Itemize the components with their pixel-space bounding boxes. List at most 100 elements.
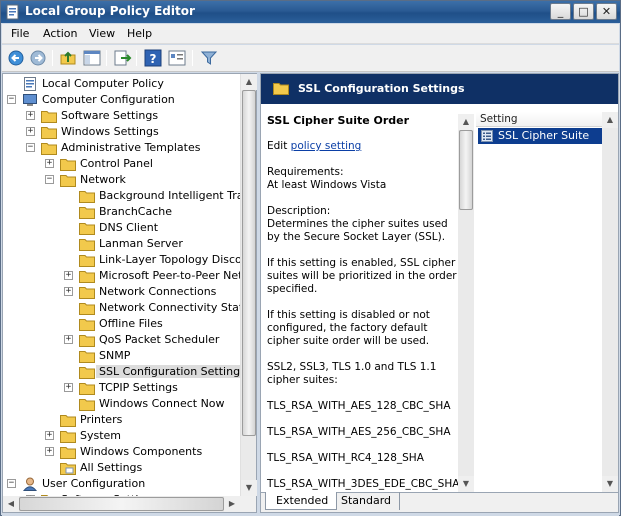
collapse-icon[interactable]: − bbox=[7, 95, 16, 104]
tree-item[interactable]: DNS Client bbox=[3, 220, 240, 236]
window-title: Local Group Policy Editor bbox=[25, 4, 195, 18]
expand-icon[interactable]: + bbox=[45, 431, 54, 440]
tree-item[interactable]: + Network Connections bbox=[3, 284, 240, 300]
expand-icon[interactable]: + bbox=[64, 383, 73, 392]
description-scrollbar[interactable]: ▲ ▼ bbox=[458, 114, 474, 492]
tree-hscroll-thumb[interactable] bbox=[19, 497, 224, 511]
scroll-down-arrow-icon[interactable]: ▼ bbox=[602, 476, 618, 492]
properties-icon[interactable] bbox=[167, 49, 187, 67]
cipher-suite: TLS_RSA_WITH_AES_256_CBC_SHA bbox=[267, 426, 451, 438]
tab-extended[interactable]: Extended bbox=[265, 492, 338, 510]
collapse-icon[interactable]: − bbox=[26, 143, 35, 152]
description: Description: Determines the cipher suites… bbox=[267, 205, 457, 244]
filter-icon[interactable] bbox=[199, 49, 219, 67]
tree-item[interactable]: Local Computer Policy bbox=[3, 76, 240, 92]
tree-item[interactable]: + Control Panel bbox=[3, 156, 240, 172]
window: Local Group Policy Editor _ □ ✕ File Act… bbox=[0, 0, 621, 516]
requirements: Requirements: At least Windows Vista bbox=[267, 166, 457, 192]
tree-item[interactable]: + Microsoft Peer-to-Peer Netw bbox=[3, 268, 251, 284]
list-item[interactable]: SSL Cipher Suite Order bbox=[478, 128, 618, 155]
tree-item[interactable]: + Software Settings bbox=[3, 108, 240, 124]
policy-setting-link[interactable]: policy setting bbox=[291, 140, 362, 152]
tree-item[interactable]: Background Intelligent Trans bbox=[3, 188, 256, 204]
scroll-up-arrow-icon[interactable]: ▲ bbox=[602, 112, 618, 128]
expand-icon[interactable]: + bbox=[45, 159, 54, 168]
maximize-button[interactable]: □ bbox=[573, 3, 594, 20]
expand-icon[interactable]: + bbox=[26, 111, 35, 120]
tree-item[interactable]: Lanman Server bbox=[3, 236, 240, 252]
collapse-icon[interactable]: − bbox=[7, 479, 16, 488]
tree-item-label: Windows Connect Now bbox=[99, 397, 225, 410]
tree-item[interactable]: + System bbox=[3, 428, 240, 444]
tree-item[interactable]: − Administrative Templates bbox=[3, 140, 240, 156]
tree-horizontal-scrollbar[interactable]: ◀ ▶ bbox=[3, 496, 240, 512]
folder-icon bbox=[79, 383, 95, 395]
title-bar[interactable]: Local Group Policy Editor _ □ ✕ bbox=[1, 1, 620, 23]
tree-item[interactable]: Link-Layer Topology Discove bbox=[3, 252, 255, 268]
scroll-up-arrow-icon[interactable]: ▲ bbox=[458, 114, 474, 130]
expand-icon[interactable]: + bbox=[64, 271, 73, 280]
help-icon[interactable]: ? bbox=[143, 49, 163, 67]
export-list-icon[interactable] bbox=[112, 49, 132, 67]
column-header-setting[interactable]: Setting bbox=[476, 112, 618, 127]
details-header: SSL Configuration Settings bbox=[261, 74, 618, 104]
tree-item[interactable]: Network Connectivity Status bbox=[3, 300, 256, 316]
forward-icon[interactable] bbox=[28, 49, 48, 67]
scroll-up-arrow-icon[interactable]: ▲ bbox=[241, 74, 257, 90]
tree-item[interactable]: BranchCache bbox=[3, 204, 240, 220]
menu-action[interactable]: Action bbox=[43, 27, 77, 40]
details-header-title: SSL Configuration Settings bbox=[298, 82, 465, 95]
menu-view[interactable]: View bbox=[89, 27, 115, 40]
tree-item[interactable]: Offline Files bbox=[3, 316, 240, 332]
description-scroll-thumb[interactable] bbox=[459, 130, 473, 210]
tree-item[interactable]: − Computer Configuration bbox=[3, 92, 240, 108]
tree-item-label: Printers bbox=[80, 413, 123, 426]
show-hide-tree-icon[interactable] bbox=[82, 49, 102, 67]
scroll-right-arrow-icon[interactable]: ▶ bbox=[224, 496, 240, 512]
tree-item-label: Control Panel bbox=[80, 157, 153, 170]
expand-icon[interactable]: + bbox=[26, 127, 35, 136]
tree-item[interactable]: + Windows Settings bbox=[3, 124, 240, 140]
tree-item[interactable]: + Windows Components bbox=[3, 444, 240, 460]
expand-icon[interactable]: + bbox=[45, 447, 54, 456]
scroll-left-arrow-icon[interactable]: ◀ bbox=[3, 496, 19, 512]
scroll-down-arrow-icon[interactable]: ▼ bbox=[458, 476, 474, 492]
menu-file[interactable]: File bbox=[11, 27, 29, 40]
tree-item-label: Link-Layer Topology Discove bbox=[99, 253, 256, 266]
scroll-down-arrow-icon[interactable]: ▼ bbox=[241, 480, 257, 496]
tree-item[interactable]: All Settings bbox=[3, 460, 240, 476]
expand-icon[interactable]: + bbox=[64, 335, 73, 344]
folder-icon bbox=[41, 127, 57, 139]
folder-icon bbox=[60, 415, 76, 427]
collapse-icon[interactable]: − bbox=[45, 175, 54, 184]
tree-item[interactable]: − Network bbox=[3, 172, 240, 188]
folder-icon bbox=[79, 191, 95, 203]
tree-item[interactable]: + QoS Packet Scheduler bbox=[3, 332, 240, 348]
console-tree[interactable]: Local Computer Policy − Computer Configura… bbox=[2, 73, 257, 513]
tree-scroll-thumb[interactable] bbox=[242, 90, 256, 436]
close-button[interactable]: ✕ bbox=[596, 3, 617, 20]
tree-item[interactable]: + TCPIP Settings bbox=[3, 380, 240, 396]
folder-icon bbox=[79, 303, 95, 315]
tab-standard[interactable]: Standard bbox=[331, 492, 401, 510]
extended-description: SSL Cipher Suite Order Edit policy setti… bbox=[267, 114, 460, 491]
folder-icon bbox=[79, 207, 95, 219]
folder-icon bbox=[79, 271, 95, 283]
tree-item-label: Network Connectivity Status bbox=[99, 301, 256, 314]
menu-help[interactable]: Help bbox=[127, 27, 152, 40]
tree-item[interactable]: Windows Connect Now bbox=[3, 396, 240, 412]
back-icon[interactable] bbox=[6, 49, 26, 67]
folder-icon bbox=[79, 335, 95, 347]
expand-icon[interactable]: + bbox=[64, 287, 73, 296]
tree-item[interactable]: Printers bbox=[3, 412, 240, 428]
tree-item[interactable]: SNMP bbox=[3, 348, 240, 364]
tree-item[interactable]: SSL Configuration Settings bbox=[3, 364, 249, 380]
tree-item[interactable]: − User Configuration bbox=[3, 476, 240, 492]
list-scrollbar[interactable]: ▲ ▼ bbox=[602, 112, 618, 492]
tree-vertical-scrollbar[interactable]: ▲ ▼ bbox=[240, 74, 257, 496]
up-folder-icon[interactable] bbox=[58, 49, 78, 67]
group-policy-app-icon bbox=[6, 4, 19, 20]
cipher-suite: TLS_RSA_WITH_3DES_EDE_CBC_SHA bbox=[267, 478, 460, 490]
computer-icon bbox=[23, 94, 37, 106]
minimize-button[interactable]: _ bbox=[550, 3, 571, 20]
